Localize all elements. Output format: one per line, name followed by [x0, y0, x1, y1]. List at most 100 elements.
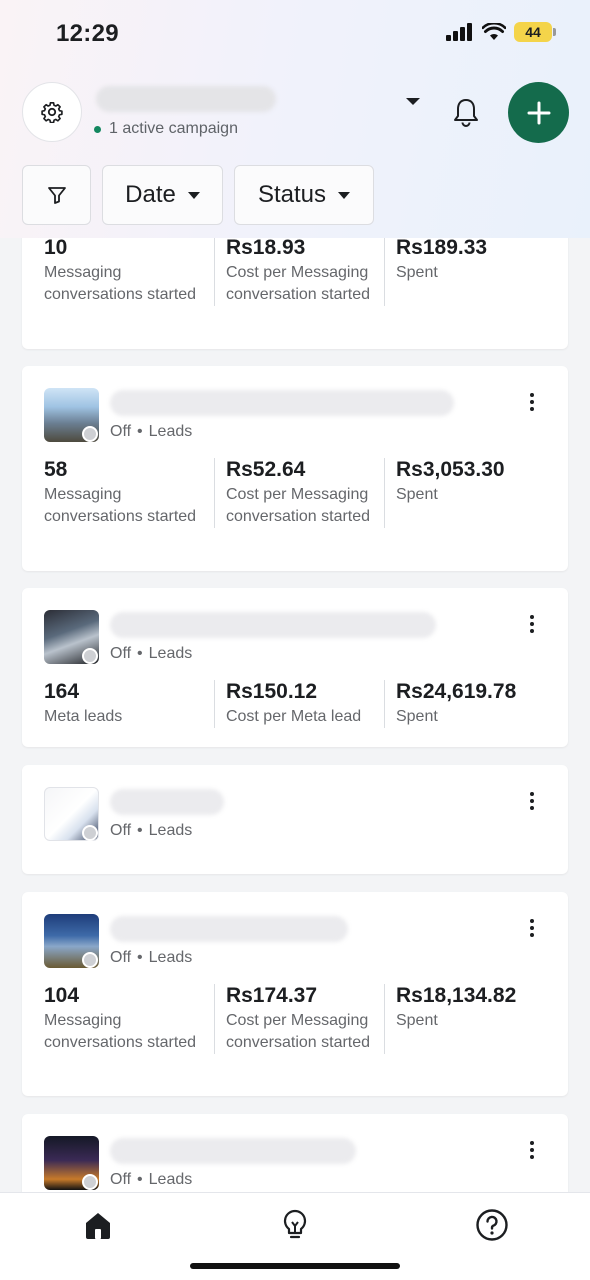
caret-down-icon [187, 191, 200, 199]
meta-separator: • [137, 949, 143, 966]
status-icons: 44 [446, 22, 556, 42]
help-icon [476, 1209, 508, 1241]
campaign-name-redacted [110, 612, 436, 638]
metric-label: Spent [395, 1012, 438, 1029]
campaign-metrics: 58 Messaging conversations started Rs52.… [44, 458, 554, 528]
campaign-card[interactable]: Off • Leads [22, 1114, 568, 1192]
notifications-button[interactable] [446, 92, 486, 132]
metric-label: Messaging conversations started [44, 1012, 197, 1051]
metric-value: Rs3,053.30 [395, 458, 505, 481]
metric-cost: Rs150.12 Cost per Meta lead [213, 680, 384, 728]
status-dot [82, 1174, 98, 1190]
campaign-card[interactable]: Off • Leads 104 Messaging conversations … [22, 892, 568, 1096]
battery-level: 44 [525, 24, 541, 40]
battery-icon: 44 [514, 22, 556, 42]
metric-value: Rs52.64 [225, 458, 306, 481]
status-filter-label: Status [257, 181, 327, 208]
metric-spent: Rs18,134.82 Spent [383, 984, 554, 1054]
nav-help[interactable] [472, 1205, 512, 1245]
metric-results: 104 Messaging conversations started [44, 984, 214, 1054]
campaign-objective: Leads [148, 949, 193, 966]
metric-label: Meta leads [44, 708, 123, 725]
metric-results: 10 Messaging conversations started [44, 236, 214, 306]
create-campaign-button[interactable] [508, 82, 569, 143]
home-indicator [190, 1263, 400, 1269]
metric-value: Rs18.93 [225, 236, 306, 259]
date-filter-button[interactable]: Date [102, 165, 223, 225]
campaign-objective: Leads [148, 822, 193, 839]
metric-label: Cost per Meta lead [225, 708, 362, 725]
status-filter-button[interactable]: Status [234, 165, 374, 225]
filter-icon [47, 187, 66, 204]
more-options-icon[interactable] [520, 916, 544, 940]
campaign-metrics: 10 Messaging conversations started Rs18.… [44, 236, 554, 306]
campaign-meta: Off • Leads [110, 822, 192, 840]
metric-spent: Rs24,619.78 Spent [383, 680, 554, 728]
settings-button[interactable] [22, 82, 82, 142]
nav-insights[interactable] [275, 1205, 315, 1245]
campaign-metrics: 104 Messaging conversations started Rs17… [44, 984, 554, 1054]
metric-value: 10 [44, 236, 68, 259]
plus-icon [527, 101, 550, 124]
campaign-status: Off [110, 645, 132, 662]
metric-label: Spent [395, 264, 438, 281]
campaign-meta: Off • Leads [110, 423, 192, 441]
metric-value: 104 [44, 984, 80, 1007]
meta-separator: • [137, 822, 143, 839]
campaign-name-redacted [110, 789, 224, 815]
cellular-signal-icon [446, 23, 472, 41]
metric-label: Messaging conversations started [44, 264, 197, 303]
more-options-icon[interactable] [520, 1138, 544, 1162]
bell-icon [454, 99, 478, 127]
campaign-objective: Leads [148, 645, 193, 662]
campaign-card[interactable]: Off • Leads [22, 765, 568, 874]
metric-cost: Rs18.93 Cost per Messaging conversation … [213, 236, 384, 306]
meta-separator: • [137, 645, 143, 662]
bottom-navigation [0, 1192, 590, 1280]
more-options-icon[interactable] [520, 612, 544, 636]
gear-icon [41, 102, 63, 123]
metric-spent: Rs3,053.30 Spent [383, 458, 554, 528]
campaign-status: Off [110, 1171, 132, 1188]
metric-results: 164 Meta leads [44, 680, 214, 728]
status-dot [82, 952, 98, 968]
metric-cost: Rs52.64 Cost per Messaging conversation … [213, 458, 384, 528]
account-name-redacted[interactable] [96, 86, 276, 112]
metric-cost: Rs174.37 Cost per Messaging conversation… [213, 984, 384, 1054]
meta-separator: • [137, 423, 143, 440]
status-bar: 12:29 44 [0, 0, 590, 70]
metric-value: Rs18,134.82 [395, 984, 517, 1007]
status-dot [82, 825, 98, 841]
metric-value: 58 [44, 458, 68, 481]
campaign-card[interactable]: Off • Leads 58 Messaging conversations s… [22, 366, 568, 571]
more-options-icon[interactable] [520, 789, 544, 813]
metric-label: Spent [395, 486, 438, 503]
campaign-status: Off [110, 949, 132, 966]
metric-value: 164 [44, 680, 80, 703]
filter-button[interactable] [22, 165, 91, 225]
campaign-card[interactable]: Off • Leads 164 Meta leads Rs150.12 Cost… [22, 588, 568, 747]
metric-results: 58 Messaging conversations started [44, 458, 214, 528]
active-campaign-status: 1 active campaign [94, 120, 238, 138]
wifi-icon [482, 23, 506, 40]
home-icon [86, 1213, 110, 1239]
nav-home[interactable] [78, 1205, 118, 1245]
active-dot [94, 125, 101, 133]
more-options-icon[interactable] [520, 390, 544, 414]
filter-bar: Date Status [22, 165, 374, 225]
campaign-name-redacted [110, 390, 454, 416]
account-header: 1 active campaign [0, 80, 590, 150]
caret-down-icon [338, 191, 351, 199]
active-campaign-text: 1 active campaign [109, 120, 238, 137]
status-dot [82, 648, 98, 664]
metric-label: Cost per Messaging conversation started [225, 264, 371, 303]
campaign-name-redacted [110, 916, 348, 942]
status-dot [82, 426, 98, 442]
metric-value: Rs150.12 [225, 680, 318, 703]
top-header-area: 12:29 44 1 active campaign Date Status [0, 0, 590, 238]
metric-value: Rs24,619.78 [395, 680, 517, 703]
lightbulb-icon [283, 1209, 307, 1239]
account-switcher-caret-icon[interactable] [406, 98, 420, 105]
campaign-metrics: 164 Meta leads Rs150.12 Cost per Meta le… [44, 680, 554, 728]
campaign-status: Off [110, 423, 132, 440]
